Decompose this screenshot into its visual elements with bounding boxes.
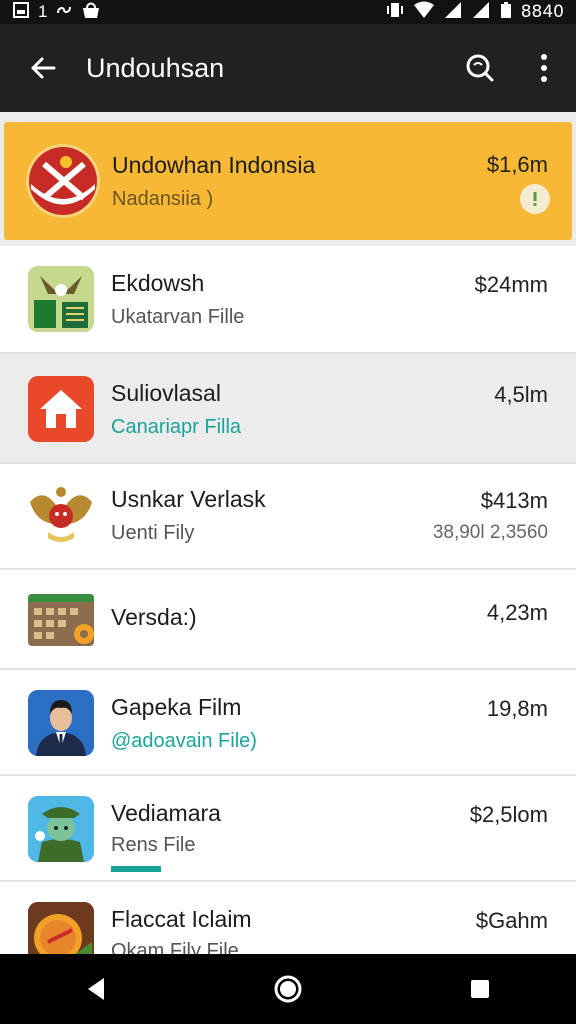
vibrate-icon [385,1,405,24]
list-item[interactable]: Vediamara Rens File $2,5lom [0,776,576,882]
download-progress-bar [111,866,279,872]
home-icon [28,376,94,442]
item-subtitle: Rens File [111,834,196,856]
item-size: $1,6m [486,152,548,177]
item-name: Vediamara [111,800,221,826]
item-name: Gapeka Film [111,694,242,720]
page-title: Undouhsan [86,52,225,83]
list-item[interactable]: Ekdowsh Ukatarvan Fille $24mm [0,246,576,354]
list-item[interactable]: Versda:) 4,23m [0,570,576,670]
circle-home-icon [274,975,302,1003]
download-list: Undowhan Indonsia Nadansiia ) $1,6m Ekdo… [0,112,576,954]
item-subtitle: Uenti Fily [111,522,195,544]
download-progress-fill [111,866,162,872]
item-size: $2,5lom [469,802,548,827]
info-icon[interactable] [520,184,550,214]
clock-time: 8840 [520,2,564,22]
item-name: Undowhan Indonsia [112,152,316,178]
item-size: $24mm [474,272,548,297]
item-progress-text: 38,90l 2,3560 [432,522,548,543]
search-icon [466,54,494,82]
list-item[interactable]: Flaccat Iclaim Okam Fily File $Gahm [0,882,576,954]
signal-icon [443,1,463,24]
item-size: $413m [480,488,548,513]
app-icon-emblem [26,144,100,218]
list-item[interactable]: Undowhan Indonsia Nadansiia ) $1,6m [4,122,572,240]
square-recents-icon [471,980,489,998]
back-button[interactable] [0,24,86,112]
link-icon [55,1,73,24]
character-icon [28,796,94,862]
item-name: Usnkar Verlask [111,486,266,512]
app-bar: Undouhsan [0,24,576,112]
item-size: $Gahm [475,908,548,933]
item-subtitle: Okam Fily File [111,940,239,954]
more-options-button[interactable] [512,24,576,112]
item-subtitle: Canariapr Filla [111,416,242,438]
calendar-icon [28,594,94,646]
navigation-bar [0,954,576,1024]
item-name: Flaccat Iclaim [111,906,252,932]
screenshot-icon [12,1,30,24]
status-left-text: 1 [38,2,48,21]
item-size: 4,23m [486,600,548,625]
item-name: Versda:) [111,604,197,630]
more-vert-icon [541,54,547,82]
item-size: 19,8m [486,696,548,721]
item-name: Ekdowsh [111,270,205,296]
list-item[interactable]: Usnkar Verlask Uenti Fily $413m 38,90l 2… [0,464,576,570]
home-nav-button[interactable] [258,959,318,1019]
back-nav-button[interactable] [66,959,126,1019]
wifi-icon [413,1,435,24]
signal-icon [471,1,491,24]
item-name: Suliovlasal [111,380,221,406]
battery-icon [499,1,513,24]
item-size: 4,5lm [494,382,548,407]
triangle-back-icon [88,978,104,1000]
recents-nav-button[interactable] [450,959,510,1019]
garuda-icon [28,482,94,548]
app-icon-emblem [28,266,94,332]
item-subtitle: @adoavain File) [111,730,257,752]
search-button[interactable] [448,24,512,112]
list-item[interactable]: Gapeka Film @adoavain File) 19,8m [0,670,576,776]
shopping-bag-icon [81,1,101,24]
item-subtitle: Nadansiia ) [112,188,214,210]
avatar-icon [28,690,94,756]
app-icon-emblem [28,902,94,954]
status-bar: 1 8840 [0,0,576,24]
item-subtitle: Ukatarvan Fille [111,306,245,328]
list-item[interactable]: Suliovlasal Canariapr Filla 4,5lm [0,354,576,464]
arrow-left-icon [31,57,56,79]
